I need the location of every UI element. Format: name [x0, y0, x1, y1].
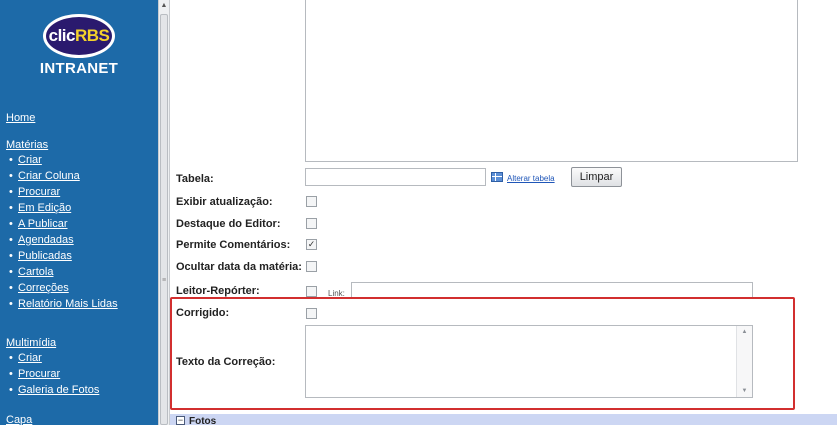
corrigido-label: Corrigido:	[176, 307, 230, 319]
exibir-atualizacao-label: Exibir atualização:	[176, 196, 273, 208]
nav-section-multimidia[interactable]: Multimídia	[6, 337, 56, 349]
nav-item-materias-cartola[interactable]: • Cartola	[9, 266, 53, 278]
clicrbs-logo: clicRBS INTRANET	[0, 14, 158, 77]
texto-correcao-textarea[interactable]: ▲ ▼	[305, 325, 753, 398]
nav-item-materias-a-publicar[interactable]: • A Publicar	[9, 218, 68, 230]
logo-caption: INTRANET	[39, 60, 119, 77]
scrollbar-thumb[interactable]: ≡	[160, 14, 168, 425]
nav-home[interactable]: Home	[6, 112, 35, 124]
destaque-editor-checkbox[interactable]	[306, 218, 317, 229]
nav-item-materias-publicadas[interactable]: • Publicadas	[9, 250, 72, 262]
fotos-section-header[interactable]: − Fotos	[170, 414, 837, 425]
nav-section-capa[interactable]: Capa	[6, 414, 32, 425]
limpar-button[interactable]: Limpar	[571, 167, 622, 187]
scroll-up-icon[interactable]: ▲	[737, 329, 752, 335]
ocultar-data-checkbox[interactable]	[306, 261, 317, 272]
leitor-reporter-label: Leitor-Repórter:	[176, 285, 260, 297]
scroll-grip-icon: ≡	[161, 277, 167, 284]
nav-item-materias-em-edicao[interactable]: • Em Edição	[9, 202, 71, 214]
nav-item-materias-agendadas[interactable]: • Agendadas	[9, 234, 74, 246]
page-scrollbar[interactable]: ▲ ≡	[158, 0, 170, 425]
nav-item-multimidia-procurar[interactable]: • Procurar	[9, 368, 60, 380]
collapse-toggle-icon[interactable]: −	[176, 416, 185, 425]
corrigido-checkbox[interactable]	[306, 308, 317, 319]
scroll-up-arrow-icon[interactable]: ▲	[159, 0, 169, 12]
tabela-label: Tabela:	[176, 173, 214, 185]
permite-comentarios-label: Permite Comentários:	[176, 239, 291, 251]
table-icon[interactable]	[491, 172, 503, 182]
nav-item-materias-criar[interactable]: • Criar	[9, 154, 42, 166]
scroll-down-icon[interactable]: ▼	[737, 388, 752, 394]
exibir-atualizacao-checkbox[interactable]	[306, 196, 317, 207]
alterar-tabela-link[interactable]: Alterar tabela	[507, 174, 555, 183]
fotos-section-label: Fotos	[189, 416, 217, 425]
tabela-input[interactable]	[305, 168, 486, 186]
nav-item-materias-procurar[interactable]: • Procurar	[9, 186, 60, 198]
nav-item-materias-criar-coluna[interactable]: • Criar Coluna	[9, 170, 80, 182]
logo-oval: clicRBS	[43, 14, 115, 58]
permite-comentarios-checkbox[interactable]: ✓	[306, 239, 317, 250]
nav-section-materias[interactable]: Matérias	[6, 139, 48, 151]
leitor-reporter-checkbox[interactable]	[306, 286, 317, 297]
destaque-editor-label: Destaque do Editor:	[176, 218, 281, 230]
nav-item-materias-relatorio[interactable]: • Relatório Mais Lidas	[9, 298, 118, 310]
body-textarea[interactable]	[305, 0, 798, 162]
nav-item-multimidia-galeria[interactable]: • Galeria de Fotos	[9, 384, 99, 396]
nav-item-materias-correcoes[interactable]: • Correções	[9, 282, 69, 294]
textarea-scrollbar[interactable]: ▲ ▼	[736, 326, 752, 397]
texto-correcao-label: Texto da Correção:	[176, 356, 276, 368]
ocultar-data-label: Ocultar data da matéria:	[176, 261, 302, 273]
sidebar: clicRBS INTRANET Home Matérias • Criar • C…	[0, 0, 158, 425]
nav-item-multimidia-criar[interactable]: • Criar	[9, 352, 42, 364]
